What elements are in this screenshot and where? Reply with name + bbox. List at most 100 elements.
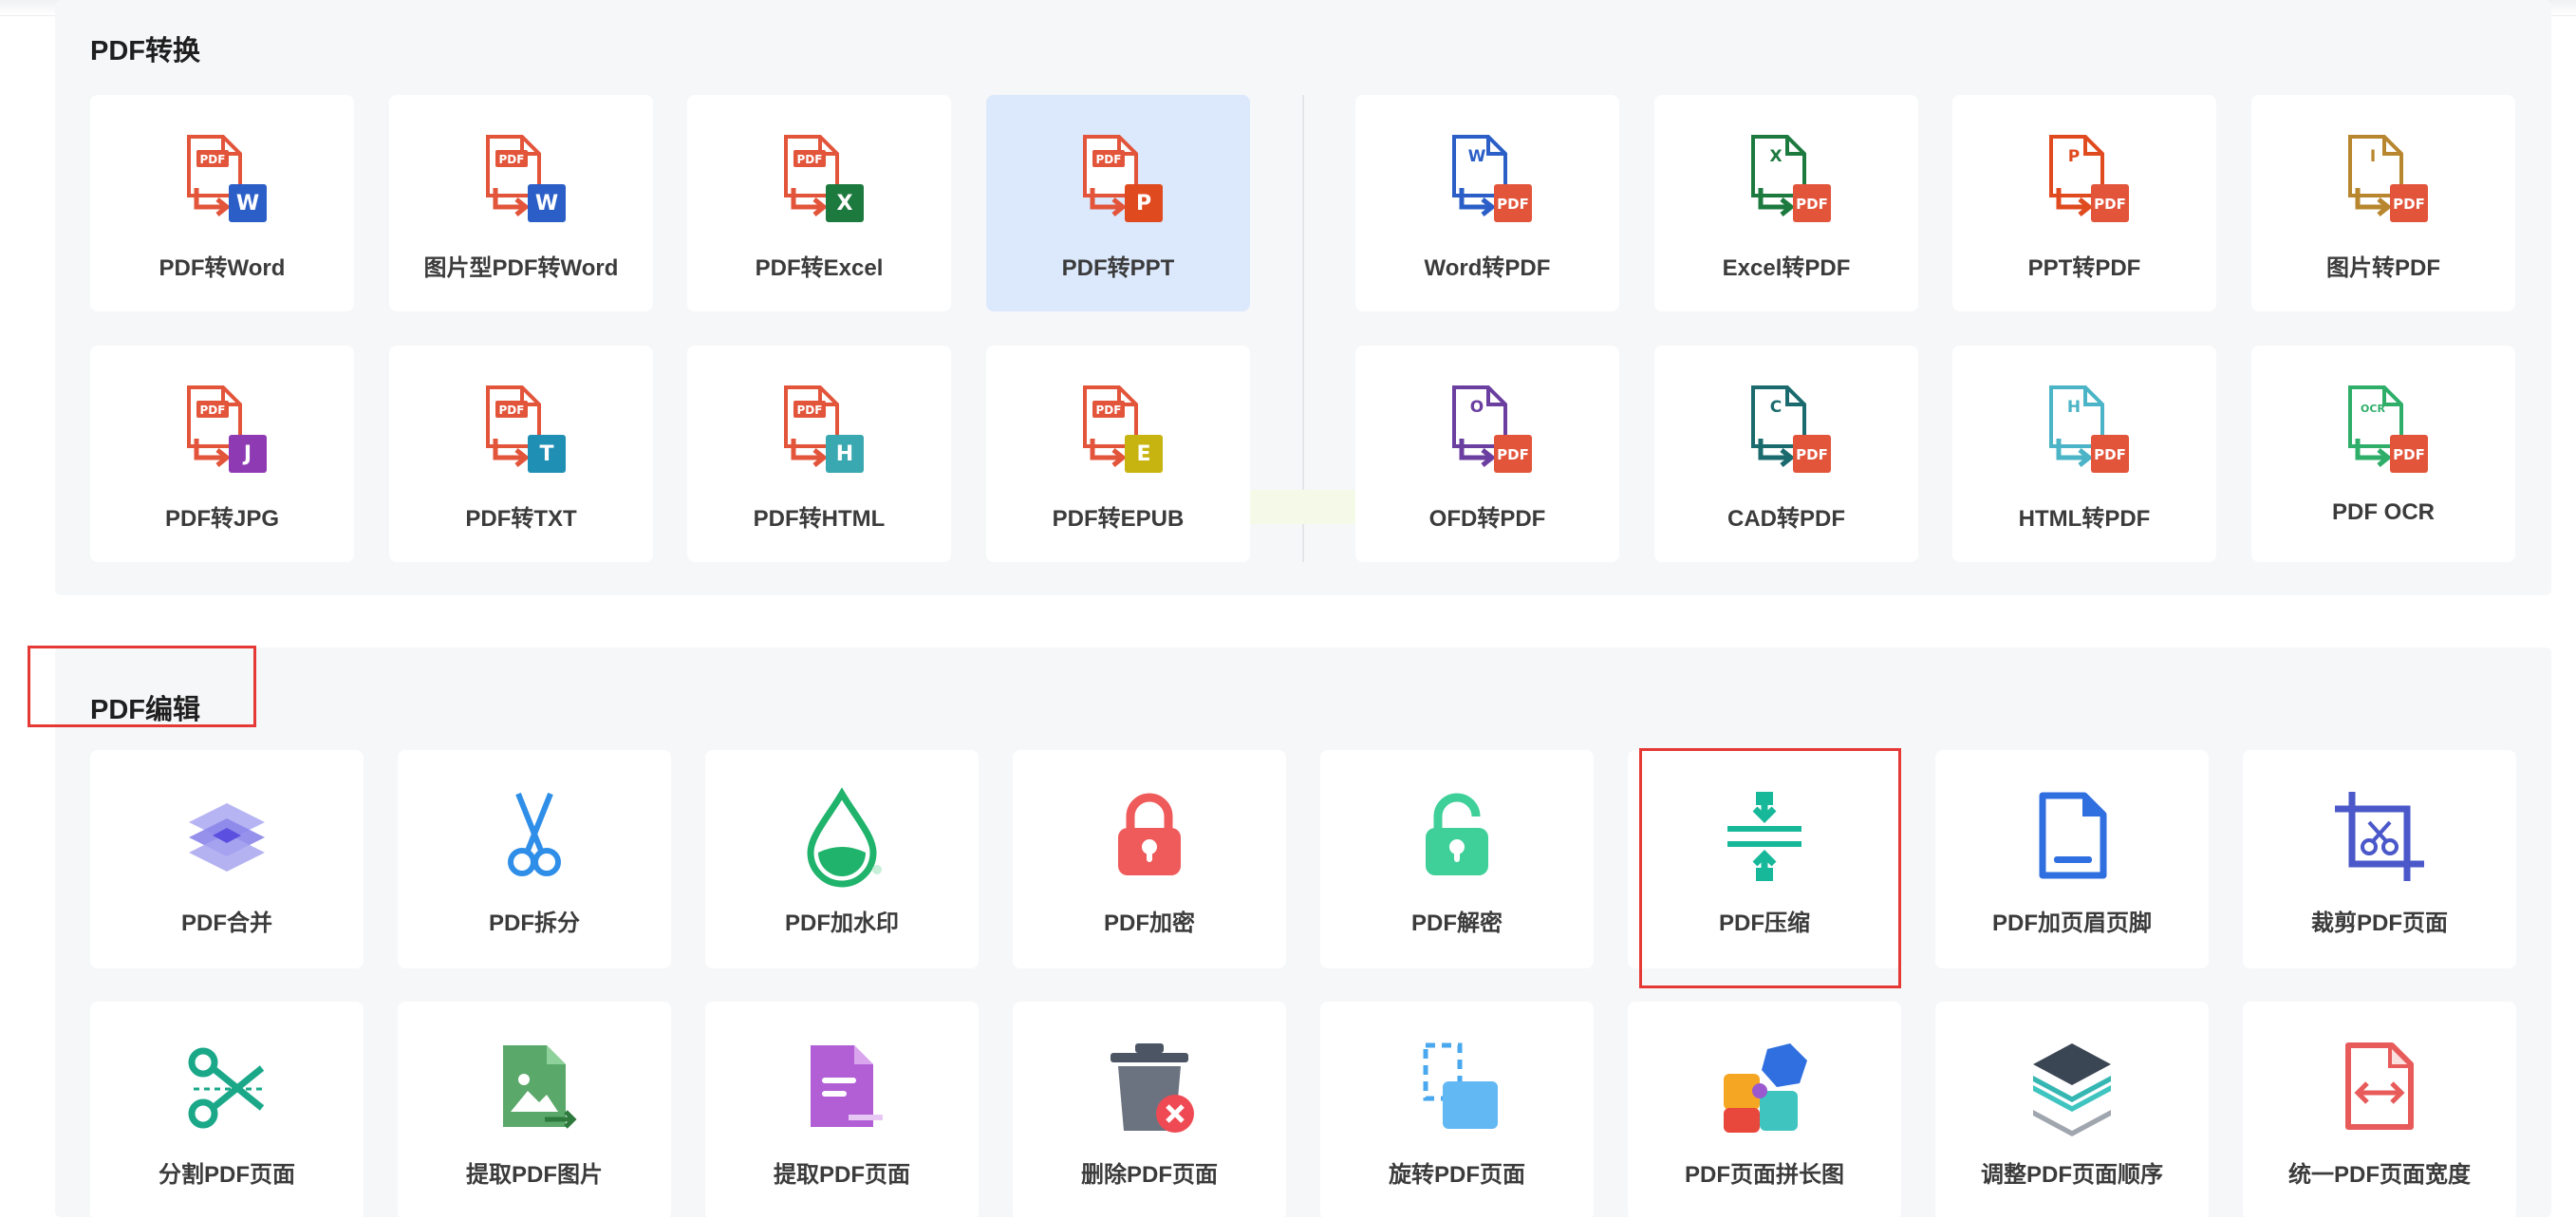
edit-card-header-footer[interactable]: PDF加页眉页脚 bbox=[1935, 750, 2209, 968]
svg-text:PDF: PDF bbox=[1096, 404, 1122, 417]
card-label: PDF转EPUB bbox=[1052, 506, 1185, 532]
convert-card-pdf-to-jpg[interactable]: PDF J PDF转JPG bbox=[90, 346, 354, 562]
convert-card-ofd-to-pdf[interactable]: O PDF OFD转PDF bbox=[1355, 346, 1619, 562]
convert-card-html-to-pdf[interactable]: H PDF HTML转PDF bbox=[1952, 346, 2216, 562]
svg-text:PDF: PDF bbox=[200, 153, 226, 166]
card-label: PDF转PPT bbox=[1061, 255, 1175, 281]
scissors-icon bbox=[508, 792, 561, 876]
edit-card-unlock[interactable]: PDF解密 bbox=[1320, 750, 1594, 968]
edit-card-layers-merge[interactable]: PDF合并 bbox=[90, 750, 364, 968]
svg-text:PDF: PDF bbox=[1796, 196, 1828, 213]
layers-merge-icon bbox=[189, 803, 265, 872]
pdf-ocr-icon: OCR PDF bbox=[2348, 385, 2428, 473]
card-label: 统一PDF页面宽度 bbox=[2288, 1162, 2471, 1188]
card-label: PDF加页眉页脚 bbox=[1992, 910, 2152, 936]
svg-text:OCR: OCR bbox=[2361, 403, 2385, 415]
card-label: PDF转JPG bbox=[164, 506, 280, 532]
edit-card-uniform-width[interactable]: 统一PDF页面宽度 bbox=[2243, 1002, 2516, 1220]
svg-text:O: O bbox=[1470, 398, 1484, 417]
svg-text:C: C bbox=[1770, 398, 1782, 417]
edit-card-trash-delete[interactable]: 删除PDF页面 bbox=[1013, 1002, 1286, 1220]
pdf-to-jpg-icon: PDF J bbox=[187, 385, 267, 473]
edit-card-water-drop[interactable]: PDF加水印 bbox=[705, 750, 979, 968]
html-to-pdf-icon: H PDF bbox=[2049, 385, 2129, 473]
card-label: PPT转PDF bbox=[2027, 255, 2141, 281]
svg-text:PDF: PDF bbox=[1796, 446, 1828, 463]
convert-card-pdf-to-html[interactable]: PDF H PDF转HTML bbox=[687, 346, 951, 562]
svg-text:T: T bbox=[539, 442, 553, 466]
card-label: PDF合并 bbox=[181, 910, 272, 936]
svg-text:H: H bbox=[836, 442, 853, 466]
convert-card-pdf-to-word[interactable]: PDF W PDF转Word bbox=[90, 95, 354, 311]
svg-text:E: E bbox=[1136, 442, 1150, 466]
header-footer-icon bbox=[2039, 792, 2107, 879]
cad-to-pdf-icon: C PDF bbox=[1751, 385, 1831, 473]
edit-card-extract-page[interactable]: 提取PDF页面 bbox=[705, 1002, 979, 1220]
convert-card-image-pdf-to-word[interactable]: PDF W 图片型PDF转Word bbox=[389, 95, 653, 311]
puzzle-icon bbox=[1724, 1043, 1807, 1133]
pdf-to-excel-icon: PDF X bbox=[784, 135, 864, 222]
unlock-icon bbox=[1426, 793, 1488, 875]
uniform-width-icon bbox=[2345, 1042, 2414, 1130]
edit-card-extract-image[interactable]: 提取PDF图片 bbox=[398, 1002, 671, 1220]
card-label: PDF转Word bbox=[159, 255, 286, 281]
convert-card-excel-to-pdf[interactable]: X PDF Excel转PDF bbox=[1654, 95, 1918, 311]
card-label: PDF转TXT bbox=[465, 506, 577, 532]
svg-text:W: W bbox=[535, 192, 558, 216]
edit-card-split-page[interactable]: 分割PDF页面 bbox=[90, 1002, 364, 1220]
card-label: PDF转Excel bbox=[755, 255, 884, 281]
extract-page-icon bbox=[811, 1045, 883, 1127]
card-label: 提取PDF图片 bbox=[466, 1162, 603, 1188]
image-pdf-to-word-icon: PDF W bbox=[486, 135, 566, 222]
pdf-to-html-icon: PDF H bbox=[784, 385, 864, 473]
svg-text:PDF: PDF bbox=[1497, 446, 1529, 463]
convert-card-pdf-to-txt[interactable]: PDF T PDF转TXT bbox=[389, 346, 653, 562]
card-label: PDF转HTML bbox=[753, 506, 886, 532]
trash-delete-icon bbox=[1111, 1043, 1194, 1133]
card-label: 分割PDF页面 bbox=[159, 1162, 295, 1188]
card-label: CAD转PDF bbox=[1727, 506, 1845, 532]
card-label: PDF拆分 bbox=[489, 910, 580, 936]
edit-card-crop[interactable]: 裁剪PDF页面 bbox=[2243, 750, 2516, 968]
convert-card-pdf-ocr[interactable]: OCR PDF PDF OCR bbox=[2251, 346, 2515, 562]
convert-card-pdf-to-ppt[interactable]: PDF P PDF转PPT bbox=[986, 95, 1250, 311]
edit-card-reorder-layers[interactable]: 调整PDF页面顺序 bbox=[1935, 1002, 2209, 1220]
crop-icon bbox=[2335, 792, 2424, 881]
highlight-box-compress bbox=[1639, 748, 1901, 988]
svg-text:X: X bbox=[1769, 147, 1782, 166]
card-label: Excel转PDF bbox=[1722, 255, 1851, 281]
svg-text:PDF: PDF bbox=[2393, 196, 2425, 213]
card-label: PDF OCR bbox=[2332, 499, 2435, 525]
edit-card-rotate-page[interactable]: 旋转PDF页面 bbox=[1320, 1002, 1594, 1220]
pdf-to-txt-icon: PDF T bbox=[486, 385, 566, 473]
card-label: Word转PDF bbox=[1424, 255, 1551, 281]
svg-text:PDF: PDF bbox=[797, 153, 823, 166]
card-label: OFD转PDF bbox=[1428, 506, 1546, 532]
card-label: 图片转PDF bbox=[2326, 255, 2440, 281]
edit-card-puzzle[interactable]: PDF页面拼长图 bbox=[1628, 1002, 1901, 1220]
svg-text:PDF: PDF bbox=[2094, 196, 2126, 213]
extract-image-icon bbox=[503, 1045, 577, 1129]
convert-card-pdf-to-epub[interactable]: PDF E PDF转EPUB bbox=[986, 346, 1250, 562]
svg-text:P: P bbox=[2068, 147, 2080, 166]
convert-card-image-to-pdf[interactable]: I PDF 图片转PDF bbox=[2251, 95, 2515, 311]
split-page-icon bbox=[188, 1047, 266, 1129]
convert-card-pdf-to-excel[interactable]: PDF X PDF转Excel bbox=[687, 95, 951, 311]
svg-text:PDF: PDF bbox=[1497, 196, 1529, 213]
svg-text:X: X bbox=[837, 192, 853, 216]
highlight-box-section-title bbox=[28, 646, 256, 727]
reorder-layers-icon bbox=[2033, 1043, 2111, 1136]
card-label: 提取PDF页面 bbox=[774, 1162, 910, 1188]
card-label: PDF页面拼长图 bbox=[1685, 1162, 1844, 1188]
svg-text:H: H bbox=[2067, 398, 2081, 417]
edit-card-scissors[interactable]: PDF拆分 bbox=[398, 750, 671, 968]
word-to-pdf-icon: W PDF bbox=[1452, 135, 1532, 222]
edit-card-lock[interactable]: PDF加密 bbox=[1013, 750, 1286, 968]
card-label: PDF加水印 bbox=[785, 910, 899, 936]
convert-card-cad-to-pdf[interactable]: C PDF CAD转PDF bbox=[1654, 346, 1918, 562]
convert-card-word-to-pdf[interactable]: W PDF Word转PDF bbox=[1355, 95, 1619, 311]
excel-to-pdf-icon: X PDF bbox=[1751, 135, 1831, 222]
convert-card-ppt-to-pdf[interactable]: P PDF PPT转PDF bbox=[1952, 95, 2216, 311]
svg-text:W: W bbox=[1468, 147, 1486, 166]
rotate-page-icon bbox=[1423, 1042, 1498, 1129]
